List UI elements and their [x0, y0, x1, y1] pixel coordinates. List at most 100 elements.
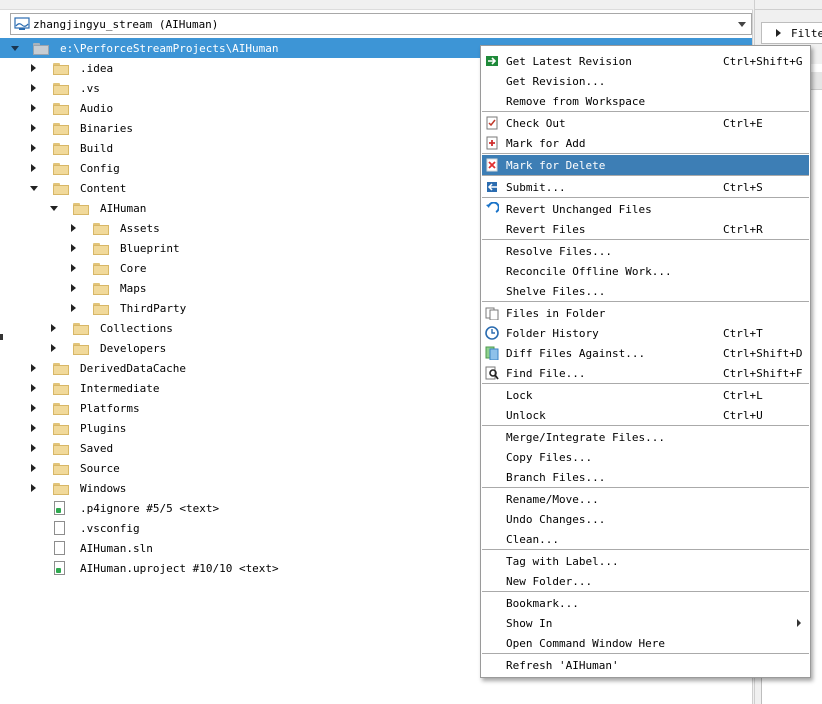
menu-item-label: Copy Files... [506, 451, 593, 464]
depot-file-icon [54, 561, 65, 575]
panel-top-strip [0, 0, 753, 10]
menu-item-refresh-aihuman[interactable]: Refresh 'AIHuman' [482, 655, 809, 675]
menu-item-unlock[interactable]: Unlock Ctrl+U [482, 405, 809, 425]
menu-item-label: Show In [506, 617, 553, 630]
menu-item-new-folder[interactable]: New Folder... [482, 571, 809, 591]
menu-item-branch-files[interactable]: Branch Files... [482, 467, 809, 487]
collapse-arrow-icon[interactable] [31, 364, 36, 372]
menu-item-shortcut: Ctrl+E [723, 117, 763, 130]
menu-separator [482, 239, 809, 240]
collapse-arrow-icon[interactable] [31, 464, 36, 472]
workspace-select[interactable]: zhangjingyu_stream (AIHuman) [10, 13, 752, 35]
folder-icon [53, 463, 69, 475]
collapse-arrow-icon[interactable] [31, 384, 36, 392]
menu-item-merge-integrate-files[interactable]: Merge/Integrate Files... [482, 427, 809, 447]
folder-icon-body [53, 425, 69, 435]
menu-item-find-file[interactable]: Find File... Ctrl+Shift+F [482, 363, 809, 383]
chevron-down-icon[interactable] [738, 22, 746, 27]
folder-icon-body [53, 145, 69, 155]
menu-item-label: Diff Files Against... [506, 347, 646, 360]
folder-icon-body [53, 125, 69, 135]
tree-item-label: Content [80, 182, 127, 195]
collapse-arrow-icon[interactable] [31, 104, 36, 112]
menu-item-mark-for-add[interactable]: Mark for Add [482, 133, 809, 153]
menu-item-resolve-files[interactable]: Resolve Files... [482, 241, 809, 261]
menu-item-mark-for-delete[interactable]: Mark for Delete [482, 155, 809, 175]
collapse-arrow-icon[interactable] [71, 304, 76, 312]
menu-separator [482, 653, 809, 654]
menu-item-files-in-folder[interactable]: Files in Folder [482, 303, 809, 323]
menu-separator [482, 549, 809, 550]
collapse-arrow-icon[interactable] [71, 244, 76, 252]
menu-item-shortcut: Ctrl+Shift+G [723, 55, 803, 68]
menu-item-revert-unchanged-files[interactable]: Revert Unchanged Files [482, 199, 809, 219]
tree-item-label: ThirdParty [120, 302, 187, 315]
collapse-arrow-icon[interactable] [31, 124, 36, 132]
expand-arrow-icon[interactable] [50, 206, 58, 211]
menu-item-tag-with-label[interactable]: Tag with Label... [482, 551, 809, 571]
filter-toggle[interactable]: Filte [761, 22, 822, 44]
menu-item-label: Folder History [506, 327, 599, 340]
folder-icon-body [93, 265, 109, 275]
tree-item-label: Maps [120, 282, 147, 295]
folder-icon [53, 403, 69, 415]
tree-item-label: .vs [80, 82, 100, 95]
tree-item-label: Saved [80, 442, 114, 455]
folder-icon [73, 203, 89, 215]
menu-item-revert-files[interactable]: Revert Files Ctrl+R [482, 219, 809, 239]
menu-item-copy-files[interactable]: Copy Files... [482, 447, 809, 467]
menu-item-lock[interactable]: Lock Ctrl+L [482, 385, 809, 405]
depot-file-icon [54, 501, 65, 515]
menu-separator [482, 153, 809, 154]
collapse-arrow-icon[interactable] [31, 424, 36, 432]
tree-item-label: Audio [80, 102, 114, 115]
collapse-arrow-icon[interactable] [31, 144, 36, 152]
folder-icon [93, 303, 109, 315]
menu-item-clean[interactable]: Clean... [482, 529, 809, 549]
menu-item-reconcile-offline-work[interactable]: Reconcile Offline Work... [482, 261, 809, 281]
menu-item-submit[interactable]: Submit... Ctrl+S [482, 177, 809, 197]
menu-item-folder-history[interactable]: Folder History Ctrl+T [482, 323, 809, 343]
collapse-arrow-icon[interactable] [71, 284, 76, 292]
collapse-arrow-icon[interactable] [51, 324, 56, 332]
tree-item-label: Binaries [80, 122, 133, 135]
chevron-right-icon [776, 29, 781, 37]
menu-item-shortcut: Ctrl+T [723, 327, 763, 340]
checkout-icon [486, 116, 498, 130]
collapse-arrow-icon[interactable] [51, 344, 56, 352]
collapse-arrow-icon[interactable] [31, 64, 36, 72]
menu-item-get-latest-revision[interactable]: Get Latest Revision Ctrl+Shift+G [482, 51, 809, 71]
expand-arrow-icon[interactable] [30, 186, 38, 191]
menu-item-shelve-files[interactable]: Shelve Files... [482, 281, 809, 301]
collapse-arrow-icon[interactable] [71, 224, 76, 232]
menu-item-bookmark[interactable]: Bookmark... [482, 593, 809, 613]
menu-item-undo-changes[interactable]: Undo Changes... [482, 509, 809, 529]
menu-item-label: Mark for Add [506, 137, 586, 150]
folder-icon [93, 283, 109, 295]
folder-icon-body [73, 205, 89, 215]
menu-item-rename-move[interactable]: Rename/Move... [482, 489, 809, 509]
folder-icon [53, 363, 69, 375]
menu-item-label: Branch Files... [506, 471, 606, 484]
menu-item-check-out[interactable]: Check Out Ctrl+E [482, 113, 809, 133]
menu-separator [482, 383, 809, 384]
folder-icon-body [93, 305, 109, 315]
menu-separator [482, 175, 809, 176]
collapse-arrow-icon[interactable] [31, 404, 36, 412]
menu-item-show-in[interactable]: Show In [482, 613, 809, 633]
expand-arrow-icon[interactable] [11, 46, 19, 51]
menu-separator [482, 425, 809, 426]
collapse-arrow-icon[interactable] [71, 264, 76, 272]
folder-icon [53, 383, 69, 395]
menu-item-remove-from-workspace[interactable]: Remove from Workspace [482, 91, 809, 111]
folder-icon-body [53, 105, 69, 115]
menu-item-open-command-window-here[interactable]: Open Command Window Here [482, 633, 809, 653]
collapse-arrow-icon[interactable] [31, 84, 36, 92]
menu-separator [482, 487, 809, 488]
collapse-arrow-icon[interactable] [31, 164, 36, 172]
menu-item-get-revision[interactable]: Get Revision... [482, 71, 809, 91]
menu-item-label: Merge/Integrate Files... [506, 431, 665, 444]
collapse-arrow-icon[interactable] [31, 484, 36, 492]
collapse-arrow-icon[interactable] [31, 444, 36, 452]
menu-item-diff-files-against[interactable]: Diff Files Against... Ctrl+Shift+D [482, 343, 809, 363]
